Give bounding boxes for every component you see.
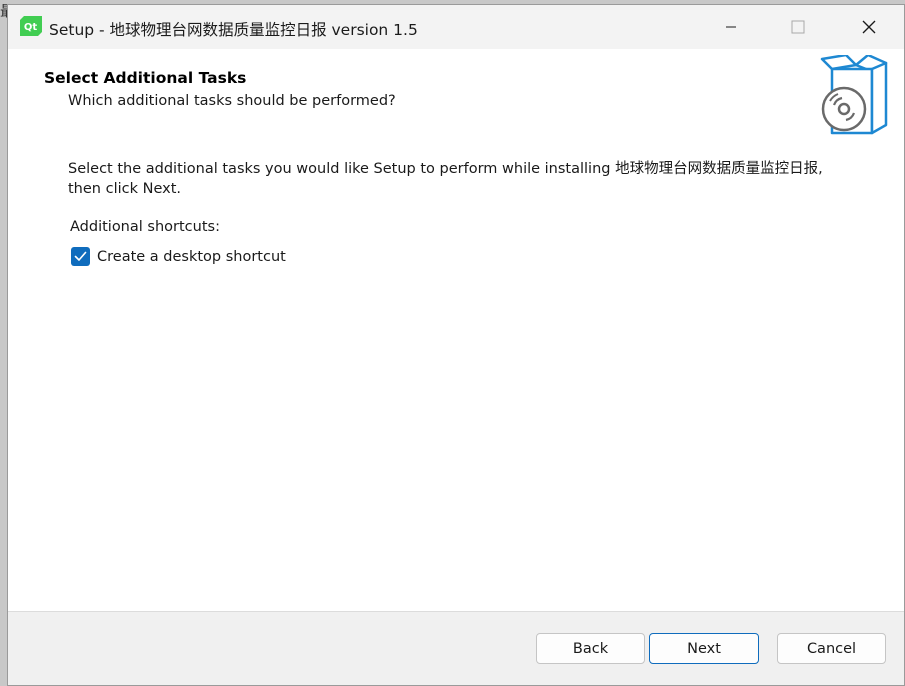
page-description: Select the additional tasks you would li…: [68, 161, 823, 197]
window-title: Setup - 地球物理台网数据质量监控日报 version 1.5: [49, 21, 418, 39]
close-button[interactable]: [846, 5, 892, 49]
maximize-button[interactable]: [775, 5, 821, 49]
wizard-footer: Back Next Cancel: [8, 612, 904, 685]
desktop-shortcut-label[interactable]: Create a desktop shortcut: [97, 249, 286, 265]
minimize-button[interactable]: [708, 5, 754, 49]
qt-app-icon: Qt: [20, 16, 42, 36]
minimize-icon: [726, 26, 736, 28]
setup-window: Qt Setup - 地球物理台网数据质量监控日报 version 1.5 Se…: [7, 4, 905, 686]
back-button[interactable]: Back: [536, 633, 645, 664]
checkmark-icon: [74, 251, 87, 261]
additional-shortcuts-label: Additional shortcuts:: [70, 219, 220, 235]
wizard-page: Select Additional Tasks Which additional…: [8, 49, 904, 612]
close-icon: [862, 20, 876, 34]
page-title: Select Additional Tasks: [44, 69, 247, 87]
qt-icon-text: Qt: [24, 22, 38, 33]
page-subtitle: Which additional tasks should be perform…: [68, 93, 396, 109]
desktop-shortcut-checkbox[interactable]: [71, 247, 90, 266]
next-button[interactable]: Next: [649, 633, 759, 664]
maximize-icon: [791, 20, 805, 34]
setup-box-disc-icon: [820, 55, 888, 135]
desktop-shortcut-option[interactable]: Create a desktop shortcut: [71, 247, 286, 266]
title-bar[interactable]: Qt Setup - 地球物理台网数据质量监控日报 version 1.5: [8, 5, 904, 49]
cancel-button[interactable]: Cancel: [777, 633, 886, 664]
